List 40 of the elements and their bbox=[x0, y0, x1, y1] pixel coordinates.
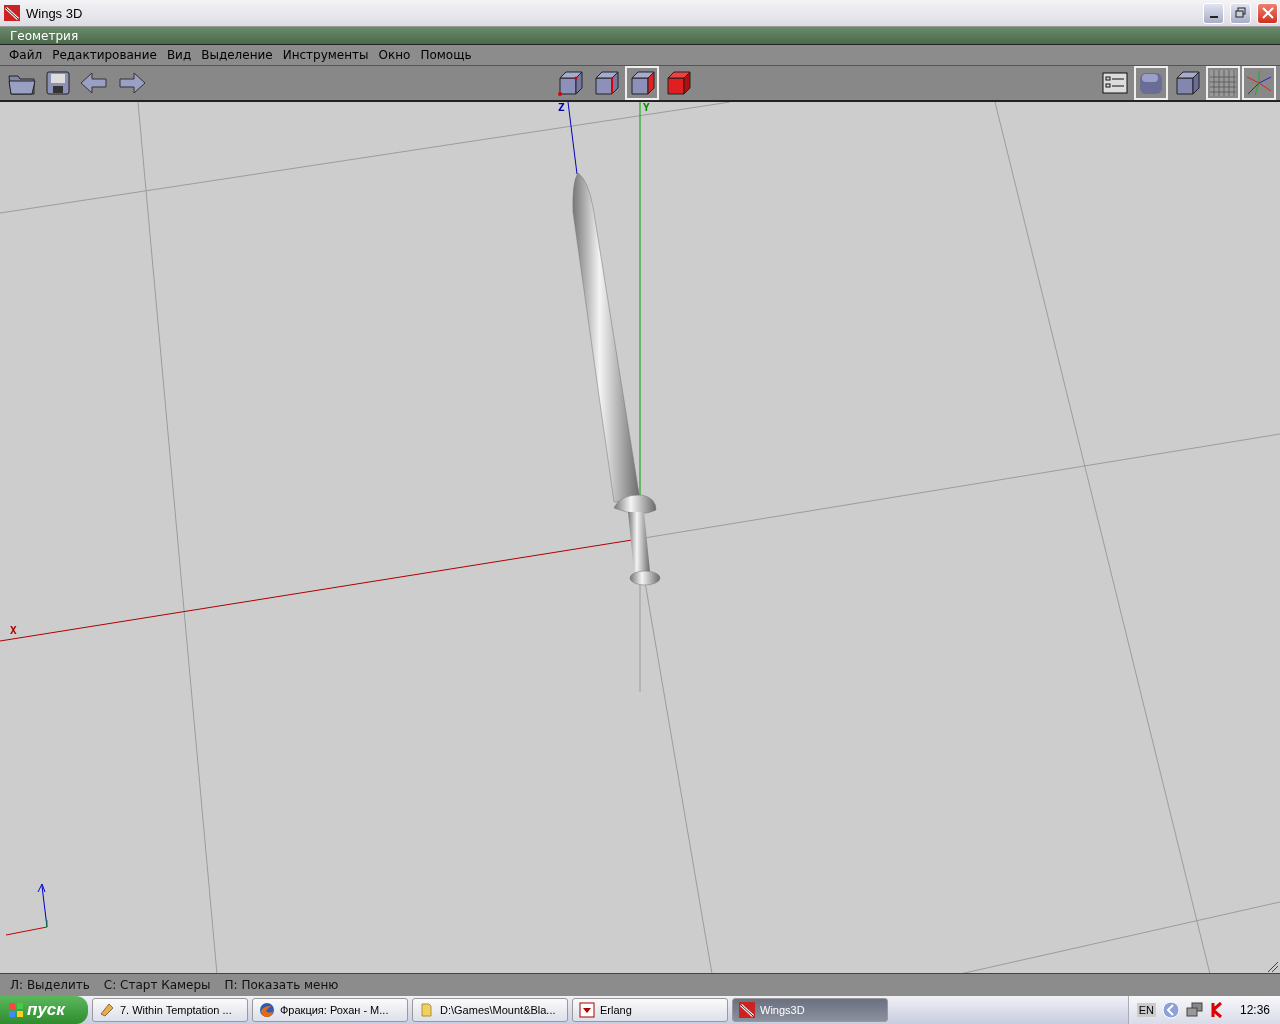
menu-item[interactable]: Выделение bbox=[196, 48, 278, 62]
window-title: Wings 3D bbox=[26, 5, 84, 21]
menu-item[interactable]: Помощь bbox=[415, 48, 477, 62]
close-icon bbox=[1261, 7, 1274, 19]
clock: 12:36 bbox=[1239, 1003, 1270, 1017]
network-icon[interactable] bbox=[1185, 1002, 1204, 1018]
menu-item[interactable]: Редактирование bbox=[47, 48, 162, 62]
windows-flag-icon bbox=[8, 1002, 24, 1018]
resize-grip-icon[interactable] bbox=[1267, 961, 1279, 973]
close-button[interactable] bbox=[1257, 2, 1278, 24]
status-hint: П: Показать меню bbox=[224, 978, 339, 992]
left-arrow-icon[interactable] bbox=[79, 70, 109, 96]
globe-fox-icon bbox=[259, 1002, 275, 1018]
taskbar-button[interactable]: Erlang bbox=[572, 998, 728, 1022]
restore-icon bbox=[1234, 7, 1247, 19]
panel-title-bar: Геометрия bbox=[0, 27, 1280, 45]
language-indicator[interactable]: EN bbox=[1136, 1003, 1156, 1017]
mini-axes-icon bbox=[5, 883, 48, 936]
chevron-left-icon[interactable] bbox=[1161, 1001, 1180, 1019]
wings-logo-icon bbox=[739, 1002, 755, 1018]
menu-item[interactable]: Окно bbox=[373, 48, 416, 62]
minimize-button[interactable] bbox=[1203, 2, 1224, 24]
axis-label: X bbox=[10, 626, 17, 636]
folder-icon bbox=[419, 1002, 435, 1018]
status-hint: Л: Выделить bbox=[10, 978, 90, 992]
taskbar-button[interactable]: 7. Within Temptation ... bbox=[92, 998, 248, 1022]
wings-logo-icon bbox=[4, 5, 20, 21]
menu-item[interactable]: Вид bbox=[161, 48, 197, 62]
taskbar-button[interactable]: D:\Games\Mount&Bla... bbox=[412, 998, 568, 1022]
minimize-icon bbox=[1209, 16, 1218, 18]
restore-button[interactable] bbox=[1230, 2, 1251, 24]
taskbar-button[interactable]: Фракция: Рохан - M... bbox=[252, 998, 408, 1022]
status-hint: С: Старт Камеры bbox=[103, 978, 211, 992]
taskbar-button[interactable]: Wings3D bbox=[732, 998, 888, 1022]
menu-item[interactable]: Инструменты bbox=[277, 48, 374, 62]
menu-item[interactable]: Файл bbox=[4, 48, 48, 62]
axis-label: Z bbox=[558, 103, 565, 113]
start-button[interactable]: пуск bbox=[0, 996, 88, 1024]
axis-label: Y bbox=[643, 103, 650, 113]
right-arrow-icon[interactable] bbox=[117, 70, 147, 96]
